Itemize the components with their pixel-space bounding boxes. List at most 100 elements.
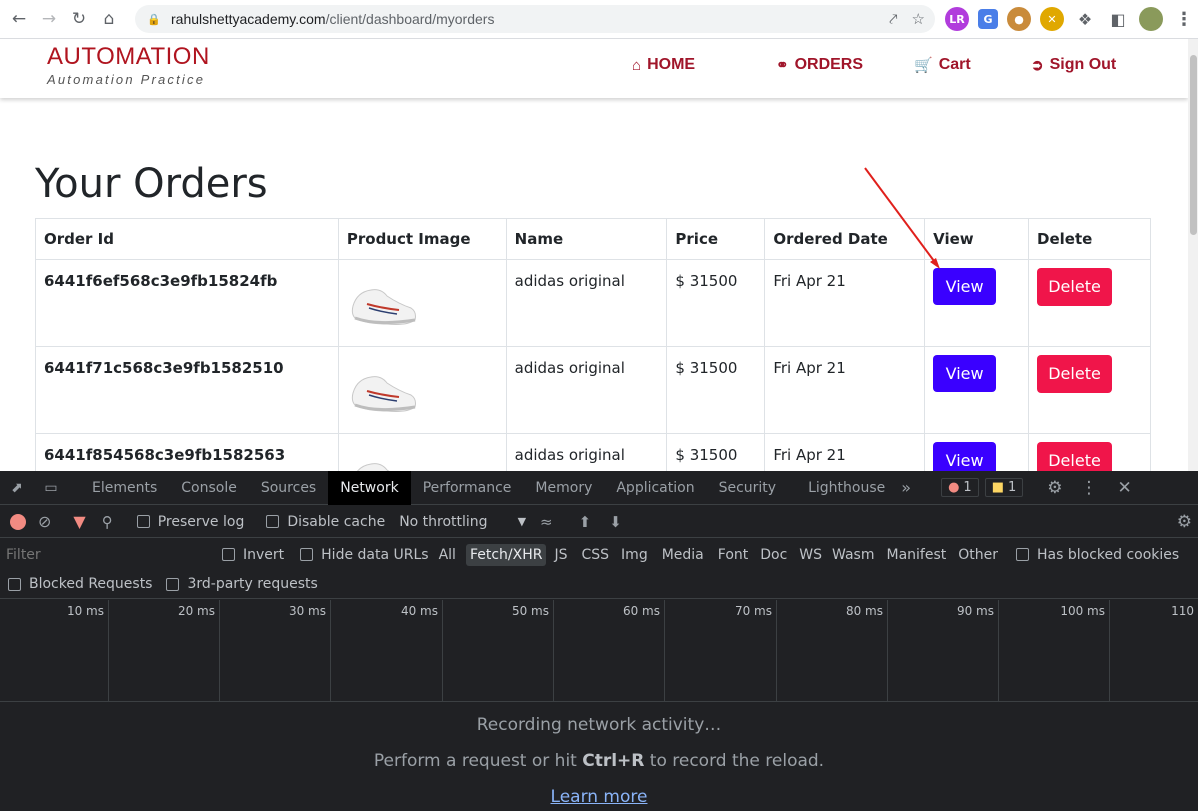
ordered-date: Fri Apr 21 <box>764 433 926 471</box>
checkbox-icon <box>266 515 280 528</box>
empty-state: Recording network activity… Perform a re… <box>0 703 1198 807</box>
preserve-log-checkbox[interactable]: Preserve log <box>136 513 245 530</box>
type-wasm[interactable]: Wasm <box>832 547 874 563</box>
type-font[interactable]: Font <box>718 547 748 563</box>
warning-icon: ■ <box>991 480 1004 495</box>
third-party-checkbox[interactable]: 3rd-party requests <box>166 576 318 592</box>
sidepanel-icon[interactable]: ◧ <box>1106 7 1130 31</box>
has-blocked-cookies-checkbox[interactable]: Has blocked cookies <box>1016 547 1179 563</box>
learn-more-link[interactable]: Learn more <box>551 787 648 807</box>
home-icon: ⌂ <box>632 56 642 74</box>
type-all[interactable]: All <box>439 547 456 563</box>
clear-icon[interactable]: ⊘ <box>38 512 51 531</box>
tab-performance[interactable]: Performance <box>411 471 524 505</box>
devtools-menu-icon[interactable]: ⋮ <box>1081 478 1098 498</box>
table-row: 6441f71c568c3e9fb1582510 adidas original… <box>35 346 1151 434</box>
type-img[interactable]: Img <box>621 547 648 563</box>
signout-icon: ➲ <box>1031 57 1044 74</box>
view-button[interactable]: View <box>933 355 997 392</box>
export-har-icon[interactable]: ⬇ <box>609 513 622 531</box>
translate-icon[interactable]: G <box>978 9 998 29</box>
product-price: $ 31500 <box>666 259 766 347</box>
delete-cell: Delete <box>1028 346 1151 434</box>
tab-elements[interactable]: Elements <box>80 471 169 505</box>
page-scrollbar-thumb[interactable] <box>1190 55 1197 235</box>
address-bar[interactable]: 🔒 rahulshettyacademy.com/client/dashboar… <box>135 5 935 33</box>
third-party-label: 3rd-party requests <box>187 576 318 592</box>
cookie-icon[interactable]: ● <box>1007 7 1031 31</box>
brand-logo[interactable]: AUTOMATION Automation Practice <box>47 43 210 87</box>
home-icon[interactable]: ⌂ <box>96 6 122 32</box>
delete-button[interactable]: Delete <box>1037 355 1113 393</box>
tab-application[interactable]: Application <box>604 471 706 505</box>
sneaker-image <box>351 376 416 412</box>
reload-hint-post: to record the reload. <box>644 751 825 771</box>
reload-icon[interactable]: ↻ <box>66 6 92 32</box>
avatar[interactable] <box>1139 7 1163 31</box>
header-price: Price <box>666 218 766 260</box>
view-button[interactable]: View <box>933 442 997 471</box>
type-manifest[interactable]: Manifest <box>887 547 947 563</box>
filter-input[interactable] <box>0 543 206 566</box>
tab-console[interactable]: Console <box>169 471 249 505</box>
tab-memory[interactable]: Memory <box>523 471 604 505</box>
warning-counter[interactable]: ■ 1 <box>984 478 1024 497</box>
search-icon[interactable]: ⚲ <box>102 513 113 531</box>
view-button[interactable]: View <box>933 268 997 305</box>
inspect-icon[interactable]: ⬈ <box>0 471 34 505</box>
reload-hint-key: Ctrl+R <box>582 751 645 771</box>
nav-home[interactable]: ⌂ HOME <box>632 56 695 74</box>
import-har-icon[interactable]: ⬆ <box>579 513 592 531</box>
tab-security[interactable]: Security <box>707 471 789 505</box>
browser-menu-icon[interactable]: ⋮ <box>1175 9 1193 30</box>
puzzle-icon[interactable]: ❖ <box>1073 7 1097 31</box>
nav-signout[interactable]: ➲ Sign Out <box>1031 56 1116 74</box>
browser-toolbar: ← → ↻ ⌂ 🔒 rahulshettyacademy.com/client/… <box>0 0 1198 39</box>
sneaker-image <box>351 289 416 325</box>
blocked-requests-checkbox[interactable]: Blocked Requests <box>8 576 152 592</box>
network-settings-icon[interactable]: ⚙ <box>1177 512 1192 532</box>
type-css[interactable]: CSS <box>581 547 609 563</box>
close-icon[interactable]: ✕ <box>1118 478 1132 498</box>
nav-orders[interactable]: ⚭ ORDERS <box>776 56 863 74</box>
recording-message: Recording network activity… <box>476 715 722 735</box>
settings-gear-icon[interactable]: ⚙ <box>1047 478 1062 498</box>
type-fetch-xhr[interactable]: Fetch/XHR <box>465 543 547 566</box>
page-content: AUTOMATION Automation Practice ⌂ HOME ⚭ … <box>0 39 1188 471</box>
delete-button[interactable]: Delete <box>1037 442 1113 471</box>
type-other[interactable]: Other <box>958 547 998 563</box>
url-host: rahulshettyacademy.com <box>171 11 326 27</box>
disable-cache-checkbox[interactable]: Disable cache <box>266 514 385 530</box>
timeline-tick: 110 <box>1171 604 1194 618</box>
forward-icon[interactable]: → <box>36 6 62 32</box>
type-doc[interactable]: Doc <box>760 547 787 563</box>
delete-button[interactable]: Delete <box>1037 268 1113 306</box>
tab-network[interactable]: Network <box>328 470 411 505</box>
record-icon[interactable] <box>10 513 26 530</box>
tab-sources[interactable]: Sources <box>249 471 328 505</box>
throttling-select[interactable]: No throttling ▼ <box>399 514 526 530</box>
extension-icon[interactable]: ✕ <box>1040 7 1064 31</box>
more-tabs-icon[interactable]: » <box>901 478 911 497</box>
network-conditions-icon[interactable]: ≈ <box>540 513 553 531</box>
hide-data-urls-checkbox[interactable]: Hide data URLs <box>300 547 429 563</box>
share-icon[interactable]: ⤤ <box>889 11 897 28</box>
product-name: adidas original <box>505 346 668 434</box>
tab-lighthouse[interactable]: Lighthouse <box>796 471 897 505</box>
product-image-cell <box>337 259 507 347</box>
preserve-log-label: Preserve log <box>157 513 245 530</box>
type-js[interactable]: JS <box>554 547 567 563</box>
invert-checkbox[interactable]: Invert <box>222 547 284 563</box>
product-price: $ 31500 <box>666 433 766 471</box>
extension-lr-icon[interactable]: LR <box>945 7 969 31</box>
type-ws[interactable]: WS <box>799 547 822 563</box>
order-id: 6441f6ef568c3e9fb15824fb <box>35 259 339 347</box>
bookmark-star-icon[interactable]: ☆ <box>912 10 925 28</box>
error-counter[interactable]: ● 1 <box>941 478 979 497</box>
filter-icon[interactable]: ▼ <box>73 512 85 531</box>
back-icon[interactable]: ← <box>6 6 32 32</box>
page-title: Your Orders <box>35 161 268 207</box>
nav-cart[interactable]: 🛒 Cart <box>914 56 971 74</box>
type-media[interactable]: Media <box>662 547 704 563</box>
device-toggle-icon[interactable]: ▭ <box>34 471 68 505</box>
